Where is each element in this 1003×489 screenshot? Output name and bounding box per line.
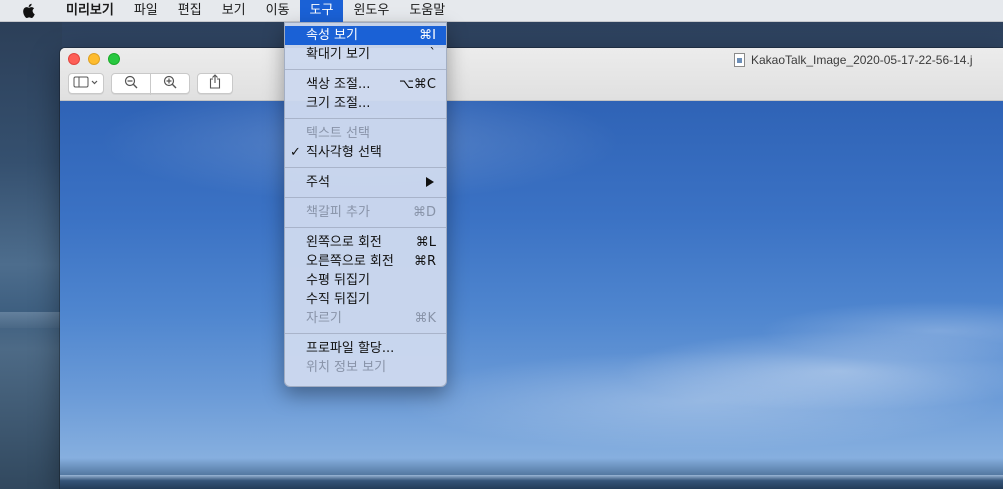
menu-window[interactable]: 윈도우: [343, 0, 399, 22]
menu-item-rotate-left[interactable]: 왼쪽으로 회전 ⌘L: [285, 233, 446, 252]
sidebar-icon: [73, 76, 99, 92]
menu-item-label: 책갈피 추가: [306, 205, 370, 220]
menu-item-label: 왼쪽으로 회전: [306, 235, 382, 250]
menu-item-flip-vertical[interactable]: 수직 뒤집기: [285, 290, 446, 309]
menu-item-crop: 자르기 ⌘K: [285, 309, 446, 328]
menu-separator: [285, 333, 446, 334]
preview-window: KakaoTalk_Image_2020-05-17-22-56-14.j: [60, 48, 1003, 489]
tools-menu-dropdown: 속성 보기 ⌘I 확대기 보기 ` 색상 조절... ⌥⌘C 크기 조절... …: [284, 22, 447, 387]
menu-item-flip-horizontal[interactable]: 수평 뒤집기: [285, 271, 446, 290]
menu-item-label: 프로파일 할당...: [306, 341, 395, 356]
image-view[interactable]: [60, 101, 1003, 489]
window-zoom-button[interactable]: [108, 53, 120, 65]
image-horizon: [60, 475, 1003, 489]
share-button[interactable]: [197, 73, 233, 94]
menu-item-show-location: 위치 정보 보기: [285, 358, 446, 377]
menu-item-label: 오른쪽으로 회전: [306, 254, 394, 269]
menu-help[interactable]: 도움말: [399, 0, 455, 22]
sidebar-toggle-button[interactable]: [68, 73, 104, 94]
document-title-text: KakaoTalk_Image_2020-05-17-22-56-14.j: [751, 53, 973, 67]
window-titlebar: KakaoTalk_Image_2020-05-17-22-56-14.j: [60, 48, 1003, 101]
menu-item-assign-profile[interactable]: 프로파일 할당...: [285, 339, 446, 358]
menu-item-label: 색상 조절...: [306, 77, 371, 92]
menu-item-shortcut: ⌘R: [413, 254, 436, 269]
menu-item-label: 속성 보기: [306, 28, 358, 43]
menu-separator: [285, 69, 446, 70]
menu-item-label: 확대기 보기: [306, 47, 370, 62]
menu-item-shortcut: ⌘D: [412, 205, 436, 220]
document-title: KakaoTalk_Image_2020-05-17-22-56-14.j: [734, 52, 972, 68]
desktop-background: [0, 22, 62, 489]
menu-file[interactable]: 파일: [124, 0, 168, 22]
menu-item-label: 크기 조절...: [306, 96, 371, 111]
menu-tools[interactable]: 도구: [299, 0, 344, 22]
menu-view[interactable]: 보기: [212, 0, 256, 22]
menu-item-annotate[interactable]: 주석: [285, 173, 446, 192]
submenu-arrow-icon: [426, 177, 434, 187]
menu-item-shortcut: ⌘K: [414, 311, 436, 326]
menu-separator: [285, 197, 446, 198]
menu-item-shortcut: ⌘L: [415, 235, 436, 250]
menu-item-adjust-size[interactable]: 크기 조절...: [285, 94, 446, 113]
menu-item-add-bookmark: 책갈피 추가 ⌘D: [285, 203, 446, 222]
menu-item-rectangular-selection[interactable]: ✓ 직사각형 선택: [285, 143, 446, 162]
menu-item-label: 텍스트 선택: [306, 126, 370, 141]
menu-item-magnifier[interactable]: 확대기 보기 `: [285, 45, 446, 64]
zoom-out-button[interactable]: [111, 73, 151, 94]
menu-edit[interactable]: 편집: [168, 0, 212, 22]
checkmark-icon: ✓: [290, 145, 301, 160]
zoom-in-button[interactable]: [150, 73, 190, 94]
menu-item-label: 자르기: [306, 311, 342, 326]
menu-item-text-selection: 텍스트 선택: [285, 124, 446, 143]
menu-bar: 미리보기 파일 편집 보기 이동 도구 윈도우 도움말: [0, 0, 1003, 22]
menu-item-shortcut: `: [429, 47, 437, 62]
menu-separator: [285, 227, 446, 228]
menu-item-label: 수평 뒤집기: [306, 273, 370, 288]
zoom-out-icon: [124, 75, 138, 93]
window-minimize-button[interactable]: [88, 53, 100, 65]
menu-item-label: 주석: [306, 175, 330, 190]
menu-go[interactable]: 이동: [256, 0, 300, 22]
menu-item-inspector[interactable]: 속성 보기 ⌘I: [285, 26, 446, 45]
menu-item-label: 직사각형 선택: [306, 145, 382, 160]
document-icon: [734, 53, 745, 67]
menu-item-label: 수직 뒤집기: [306, 292, 370, 307]
menu-separator: [285, 167, 446, 168]
share-icon: [209, 74, 221, 93]
menu-item-rotate-right[interactable]: 오른쪽으로 회전 ⌘R: [285, 252, 446, 271]
menu-app-name[interactable]: 미리보기: [56, 0, 124, 22]
menu-item-shortcut: ⌘I: [419, 28, 436, 43]
menu-item-label: 위치 정보 보기: [306, 360, 387, 375]
window-close-button[interactable]: [68, 53, 80, 65]
zoom-in-icon: [163, 75, 177, 93]
menu-item-adjust-color[interactable]: 색상 조절... ⌥⌘C: [285, 75, 446, 94]
apple-icon[interactable]: [20, 3, 36, 19]
menu-item-shortcut: ⌥⌘C: [398, 77, 436, 92]
menu-separator: [285, 118, 446, 119]
